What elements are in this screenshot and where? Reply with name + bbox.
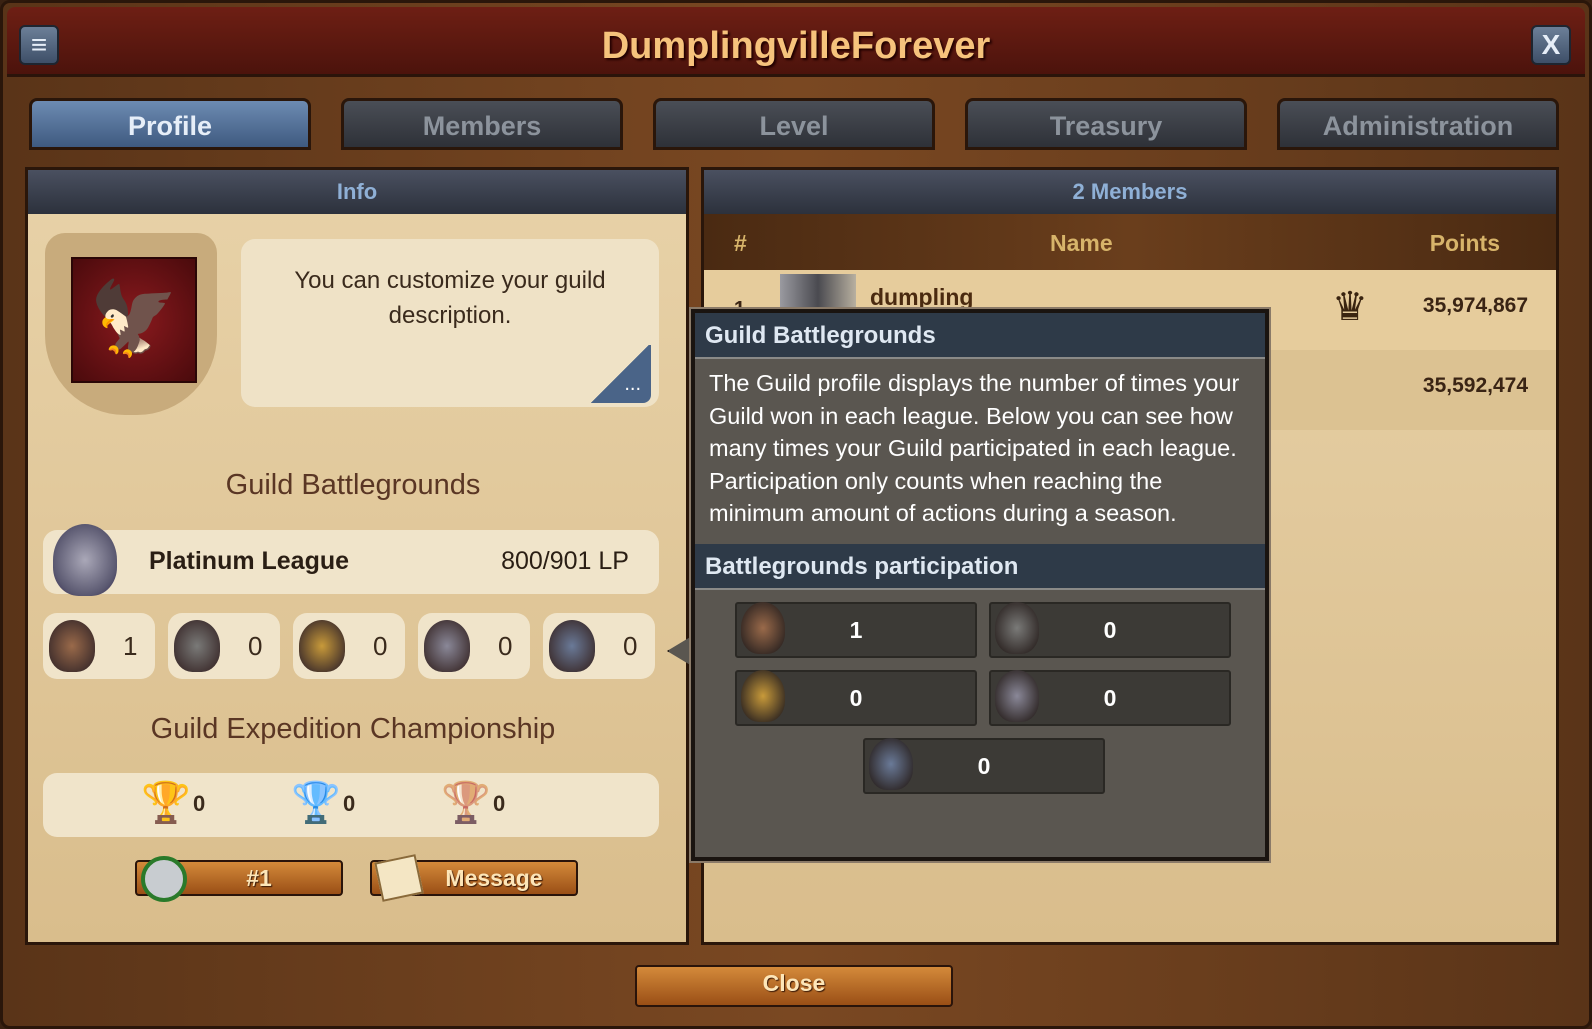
league-win-diamond[interactable]: 0	[543, 613, 655, 679]
title-bar: ≡ DumplingvilleForever X	[7, 7, 1585, 77]
silver-league-icon	[174, 620, 220, 672]
league-win-copper[interactable]: 1	[43, 613, 155, 679]
platinum-league-icon	[53, 524, 117, 596]
col-rank: #	[734, 230, 747, 256]
participation-count: 1	[849, 616, 863, 643]
tooltip-text: The Guild profile displays the number of…	[709, 370, 1240, 526]
current-league: Platinum League 800/901 LP	[43, 524, 659, 596]
copper-league-icon	[49, 620, 95, 672]
members-table-header: # Name Points	[704, 214, 1556, 270]
participation-copper: 1	[735, 601, 977, 658]
participation-gold: 0	[735, 669, 977, 726]
battlegrounds-tooltip: Guild Battlegrounds The Guild profile di…	[689, 307, 1271, 863]
league-win-silver[interactable]: 0	[168, 613, 280, 679]
info-header: Info	[28, 170, 686, 214]
tab-treasury[interactable]: Treasury	[965, 98, 1247, 150]
participation-count: 0	[977, 752, 991, 779]
guild-description: You can customize your guild description…	[241, 239, 659, 407]
description-text: You can customize your guild description…	[294, 267, 606, 329]
gold-trophy-icon: 🏆	[141, 781, 191, 825]
eagle-icon: 🦅	[71, 257, 197, 383]
col-name: Name	[1050, 230, 1113, 256]
guild-window: ≡ DumplingvilleForever X Profile Members…	[0, 0, 1592, 1029]
league-win-platinum[interactable]: 0	[418, 613, 530, 679]
guild-crest[interactable]: 🦅	[45, 233, 217, 415]
silver-trophy-count: 0	[343, 791, 356, 816]
participation-count: 0	[849, 684, 863, 711]
league-points: 800/901 LP	[501, 547, 629, 575]
message-label: Message	[445, 865, 543, 891]
bronze-trophy-icon: 🏆	[441, 781, 491, 825]
message-button[interactable]: Message	[370, 854, 578, 902]
guild-title: DumplingvilleForever	[601, 25, 991, 67]
member-points: 35,592,474	[1422, 374, 1528, 397]
crown-icon: ♛	[1332, 285, 1368, 329]
close-window-button[interactable]: X	[1531, 25, 1571, 65]
participation-platinum: 0	[989, 669, 1231, 726]
member-name: dumpling	[870, 284, 974, 310]
league-win-count: 1	[123, 631, 138, 661]
gold-trophy-count: 0	[193, 791, 206, 816]
members-header: 2 Members	[704, 170, 1556, 214]
league-win-count: 0	[498, 631, 513, 661]
col-points: Points	[1429, 230, 1500, 256]
participation-diamond: 0	[863, 737, 1105, 794]
participation-count: 0	[1103, 616, 1117, 643]
league-win-count: 0	[623, 631, 638, 661]
close-button[interactable]: Close	[635, 965, 953, 1007]
shield-laurel-icon	[141, 856, 187, 902]
gold-league-icon	[299, 620, 345, 672]
platinum-league-icon	[424, 620, 470, 672]
tooltip-title: Guild Battlegrounds	[695, 313, 1265, 359]
league-win-count: 0	[373, 631, 388, 661]
rank-button[interactable]: #1	[135, 856, 343, 902]
member-points: 35,974,867	[1422, 294, 1528, 317]
league-win-gold[interactable]: 0	[293, 613, 405, 679]
silver-trophy-icon: 🏆	[291, 781, 341, 825]
bronze-trophy-count: 0	[493, 791, 506, 816]
participation-count: 0	[1103, 684, 1117, 711]
tab-level[interactable]: Level	[653, 98, 935, 150]
gec-trophies: 🏆 0 🏆 0 🏆 0	[43, 773, 659, 837]
rank-label: #1	[246, 865, 272, 891]
diamond-league-icon	[549, 620, 595, 672]
member-avatar	[780, 274, 856, 314]
tab-profile[interactable]: Profile	[29, 98, 311, 150]
participation-title: Battlegrounds participation	[695, 543, 1265, 590]
gec-title: Guild Expedition Championship	[150, 713, 556, 745]
league-name: Platinum League	[149, 547, 350, 575]
league-win-count: 0	[248, 631, 263, 661]
envelope-icon	[374, 854, 424, 902]
tab-administration[interactable]: Administration	[1277, 98, 1559, 150]
participation-grid: 1 0 0 0 0	[695, 590, 1265, 810]
edit-description-button[interactable]: ...	[589, 345, 651, 403]
battlegrounds-title: Guild Battlegrounds	[225, 469, 481, 501]
tab-members[interactable]: Members	[341, 98, 623, 150]
participation-silver: 0	[989, 601, 1231, 658]
